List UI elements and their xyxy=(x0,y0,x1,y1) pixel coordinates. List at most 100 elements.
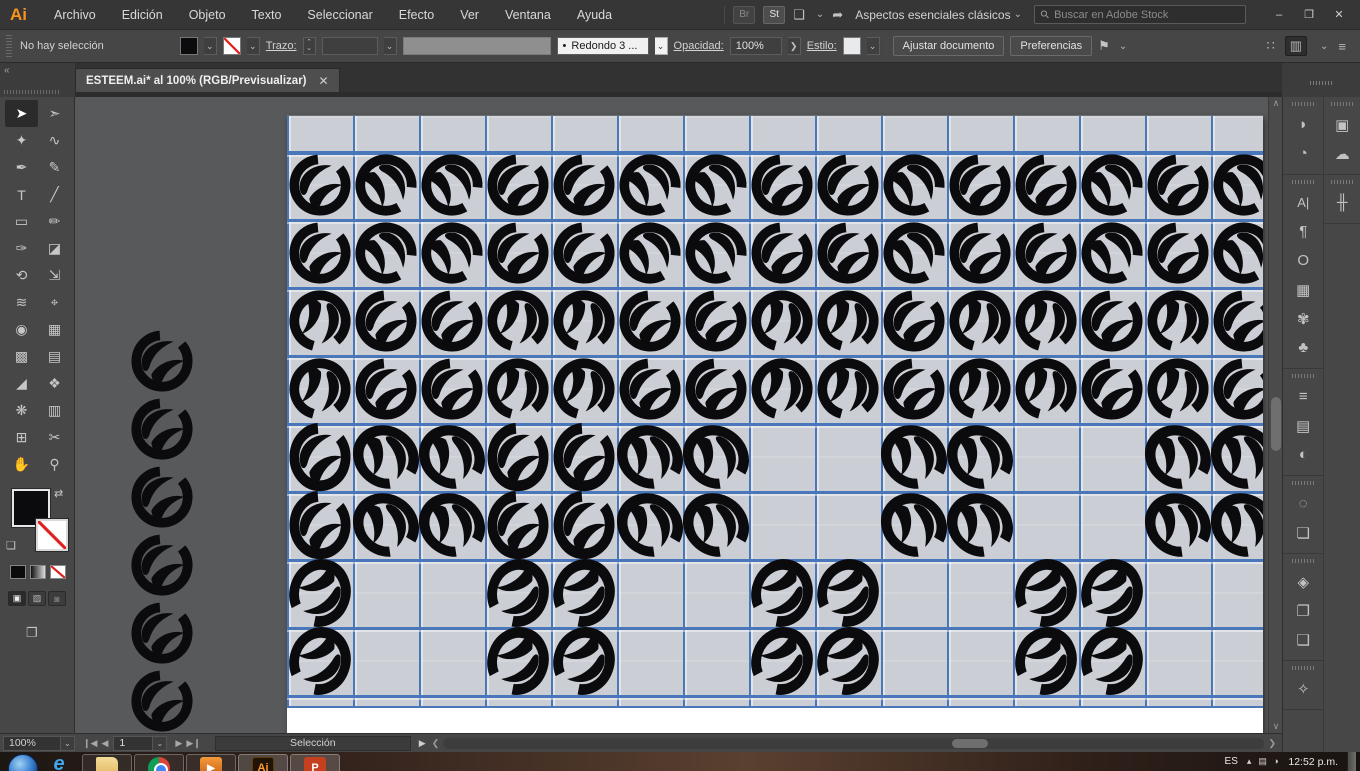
swatches-panel-icon[interactable]: ▦ xyxy=(1283,275,1323,304)
swirl-logo[interactable] xyxy=(878,217,950,289)
menu-item[interactable]: Edición xyxy=(109,0,176,30)
width-tool[interactable]: ≋ xyxy=(5,289,38,316)
zoom-level-field[interactable]: 100% xyxy=(3,735,61,751)
appearance-panel-icon[interactable]: ◌ xyxy=(1283,489,1323,518)
powerpoint-button[interactable]: P xyxy=(290,754,340,771)
first-artboard-button[interactable]: ❙◀ xyxy=(83,738,97,749)
stroke-color-dropdown[interactable]: ⌄ xyxy=(246,37,260,55)
blend-tool[interactable]: ❖ xyxy=(38,370,71,397)
swirl-logo[interactable] xyxy=(614,149,686,221)
swirl-logo[interactable] xyxy=(1081,358,1143,420)
swirl-logo[interactable] xyxy=(1147,222,1209,284)
artboard-pattern-area[interactable] xyxy=(287,115,1263,708)
symbol-sprayer-tool[interactable]: ❋ xyxy=(5,397,38,424)
swirl-logo[interactable] xyxy=(817,222,879,284)
curvature-tool[interactable]: ✎ xyxy=(38,154,71,181)
swirl-logo[interactable] xyxy=(487,490,549,559)
tray-expand-icon[interactable]: ▴ xyxy=(1247,756,1252,767)
volume-icon[interactable]: ◗ xyxy=(1274,756,1279,767)
swirl-logo[interactable] xyxy=(805,346,891,432)
opacity-label[interactable]: Opacidad: xyxy=(674,40,724,52)
opacity-more-button[interactable]: ❯ xyxy=(787,37,801,55)
opentype-panel-icon[interactable]: O xyxy=(1283,246,1323,275)
swirl-logo[interactable] xyxy=(553,490,615,559)
selection-tool[interactable]: ➤ xyxy=(5,100,38,127)
menu-item[interactable]: Objeto xyxy=(176,0,239,30)
show-desktop-button[interactable] xyxy=(1347,752,1356,771)
artboard-white-area[interactable] xyxy=(287,708,1263,733)
stroke-panel-icon[interactable]: ≡ xyxy=(1283,382,1323,411)
chevron-down-icon[interactable]: ⌄ xyxy=(1119,41,1127,52)
taskbar-clock[interactable]: 12:52 p.m. xyxy=(1288,756,1338,768)
adobe-stock-search-input[interactable]: ⚲ Buscar en Adobe Stock xyxy=(1034,5,1246,24)
swirl-logo[interactable] xyxy=(1003,346,1089,432)
gradient-button[interactable] xyxy=(30,565,46,579)
artboard-tool[interactable]: ⊞ xyxy=(5,424,38,451)
swirl-logo[interactable] xyxy=(1007,551,1085,634)
layout-icon[interactable]: ❏ xyxy=(793,7,805,23)
menu-item[interactable]: Ventana xyxy=(492,0,564,30)
scroll-left-icon[interactable]: ❮ xyxy=(432,738,440,749)
swirl-logo[interactable] xyxy=(416,149,488,221)
shaper-tool[interactable]: ✑ xyxy=(5,235,38,262)
previous-artboard-button[interactable]: ◀ xyxy=(101,738,108,749)
horizontal-scroll-track[interactable] xyxy=(443,737,1265,749)
next-artboard-button[interactable]: ▶ xyxy=(175,738,182,749)
rectangle-tool[interactable]: ▭ xyxy=(5,208,38,235)
network-icon[interactable]: ▤ xyxy=(1258,756,1267,767)
media-player-button[interactable]: ▶ xyxy=(186,754,236,771)
swirl-logo[interactable] xyxy=(287,346,363,432)
horizontal-scroll-thumb[interactable] xyxy=(952,738,989,748)
layers-panel-icon[interactable]: ◈ xyxy=(1283,567,1323,596)
change-screen-mode-icon[interactable]: ❐ xyxy=(26,625,38,641)
swirl-logo[interactable] xyxy=(1073,551,1151,634)
windows-explorer-button[interactable] xyxy=(82,754,132,771)
brushes-panel-icon[interactable]: ✾ xyxy=(1283,304,1323,333)
menu-item[interactable]: Archivo xyxy=(41,0,109,30)
internet-explorer-button[interactable]: e xyxy=(44,753,74,771)
status-options-icon[interactable]: ▶ xyxy=(419,738,426,749)
swirl-logo[interactable] xyxy=(619,290,681,352)
menu-item[interactable]: Ayuda xyxy=(564,0,625,30)
menu-item[interactable]: Ver xyxy=(447,0,492,30)
draw-inside-mode-button[interactable]: ◙ xyxy=(48,591,66,606)
menu-item[interactable]: Texto xyxy=(239,0,295,30)
scroll-up-icon[interactable]: ∧ xyxy=(1269,98,1282,109)
color-panel-icon[interactable]: ◗ xyxy=(1283,110,1323,139)
swirl-logo[interactable] xyxy=(817,154,879,216)
stroke-weight-dropdown[interactable]: ⌄ xyxy=(383,37,397,55)
stroke-color-control[interactable] xyxy=(35,518,69,552)
character-panel-icon[interactable]: A| xyxy=(1283,188,1323,217)
artboard-number-dropdown[interactable]: ⌄ xyxy=(153,735,168,751)
swirl-logo[interactable] xyxy=(1007,619,1085,702)
zoom-dropdown[interactable]: ⌄ xyxy=(61,735,75,751)
rotate-tool[interactable]: ⟲ xyxy=(5,262,38,289)
stroke-weight-stepper[interactable]: ⌃ ⌄ xyxy=(302,37,316,55)
swirl-logo[interactable] xyxy=(350,217,422,289)
pen-tool[interactable]: ✒ xyxy=(5,154,38,181)
swirl-logo[interactable] xyxy=(545,551,623,634)
scroll-right-icon[interactable]: ❯ xyxy=(1268,738,1276,749)
language-indicator[interactable]: ES xyxy=(1225,756,1238,767)
swirl-logo[interactable] xyxy=(883,290,945,352)
swirl-logo[interactable] xyxy=(809,619,887,702)
swirl-logo[interactable] xyxy=(1015,154,1077,216)
swirl-logo[interactable] xyxy=(949,222,1011,284)
lasso-tool[interactable]: ∿ xyxy=(38,127,71,154)
swirl-logo[interactable] xyxy=(355,290,417,352)
swirl-logo[interactable] xyxy=(487,422,549,491)
default-fill-stroke-icon[interactable]: ❏ xyxy=(6,539,16,552)
zoom-tool[interactable]: ⚲ xyxy=(38,451,71,478)
swap-fill-stroke-icon[interactable]: ⇄ xyxy=(54,487,63,500)
swirl-logo[interactable] xyxy=(883,358,945,420)
graphic-styles-panel-icon[interactable]: ❏ xyxy=(1283,518,1323,547)
transparency-panel-icon[interactable]: ◐ xyxy=(1283,440,1323,469)
swirl-logo[interactable] xyxy=(553,154,615,216)
libraries-panel-icon[interactable]: ▣ xyxy=(1324,110,1360,139)
swirl-logo[interactable] xyxy=(553,422,615,491)
swirl-logo[interactable] xyxy=(131,398,193,460)
perspective-grid-tool[interactable]: ▦ xyxy=(38,316,71,343)
swirl-logo[interactable] xyxy=(541,346,627,432)
document-tab[interactable]: ESTEEM.ai* al 100% (RGB/Previsualizar) ✕ xyxy=(75,68,340,92)
direct-selection-tool[interactable]: ➣ xyxy=(38,100,71,127)
